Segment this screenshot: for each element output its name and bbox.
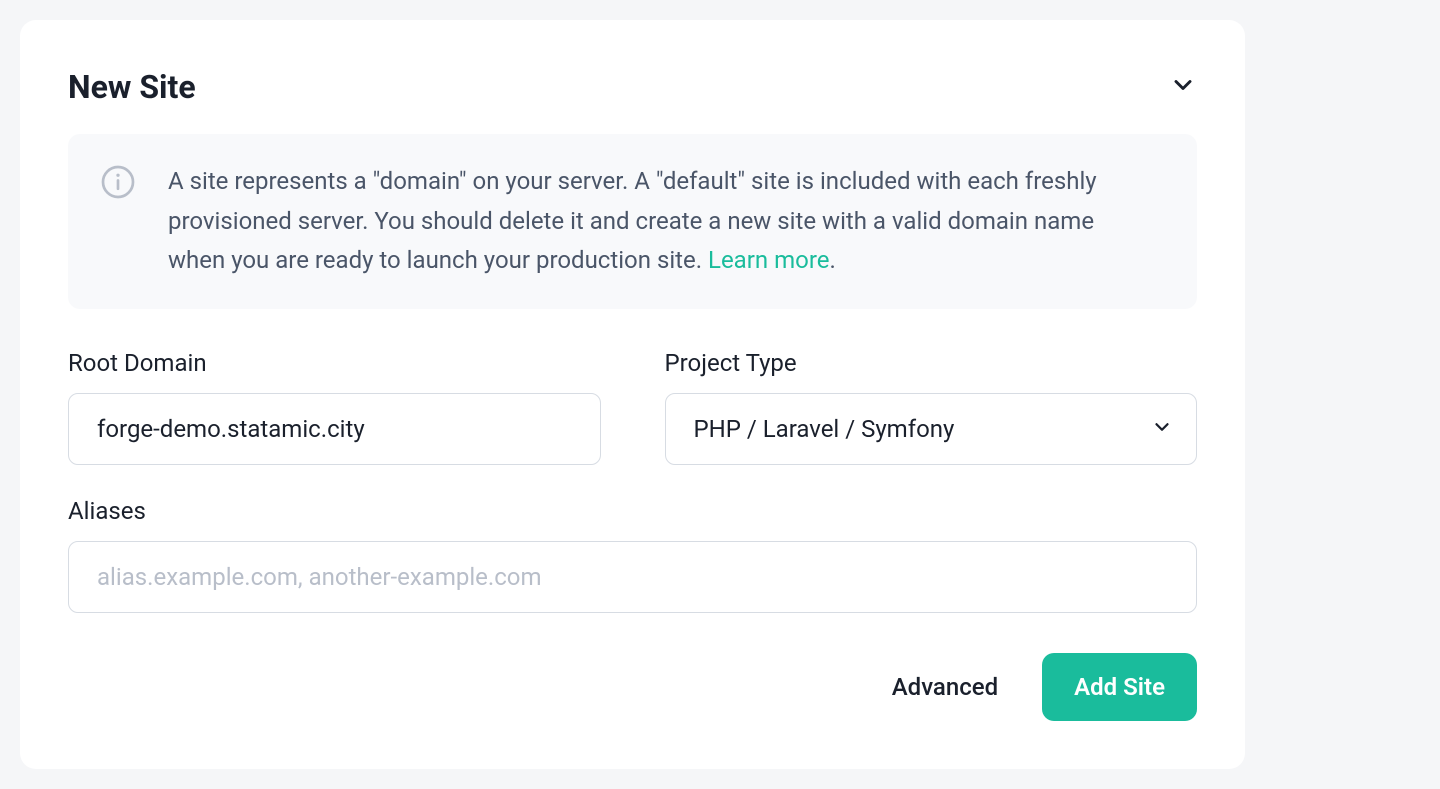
learn-more-link[interactable]: Learn more: [708, 246, 829, 274]
aliases-group: Aliases: [68, 497, 1197, 613]
chevron-down-icon: [1169, 71, 1197, 99]
new-site-card: New Site A site represents a "domain" on…: [20, 20, 1245, 769]
collapse-toggle[interactable]: [1169, 71, 1197, 103]
add-site-button[interactable]: Add Site: [1042, 653, 1197, 721]
info-text: A site represents a "domain" on your ser…: [168, 162, 1157, 281]
project-type-select-wrapper: PHP / Laravel / Symfony: [665, 393, 1198, 465]
info-icon: [100, 164, 136, 200]
card-title: New Site: [68, 68, 196, 106]
info-box: A site represents a "domain" on your ser…: [68, 134, 1197, 309]
card-header: New Site: [68, 68, 1197, 106]
form-row-1: Root Domain Project Type PHP / Laravel /…: [68, 349, 1197, 465]
root-domain-label: Root Domain: [68, 349, 601, 377]
aliases-label: Aliases: [68, 497, 1197, 525]
actions-row: Advanced Add Site: [68, 653, 1197, 721]
form-row-2: Aliases: [68, 497, 1197, 613]
info-text-body: A site represents a "domain" on your ser…: [168, 167, 1097, 274]
aliases-input[interactable]: [68, 541, 1197, 613]
project-type-group: Project Type PHP / Laravel / Symfony: [665, 349, 1198, 465]
advanced-button[interactable]: Advanced: [892, 673, 998, 701]
info-text-suffix: .: [829, 246, 835, 274]
project-type-label: Project Type: [665, 349, 1198, 377]
project-type-select[interactable]: PHP / Laravel / Symfony: [665, 393, 1198, 465]
root-domain-input[interactable]: [68, 393, 601, 465]
root-domain-group: Root Domain: [68, 349, 601, 465]
